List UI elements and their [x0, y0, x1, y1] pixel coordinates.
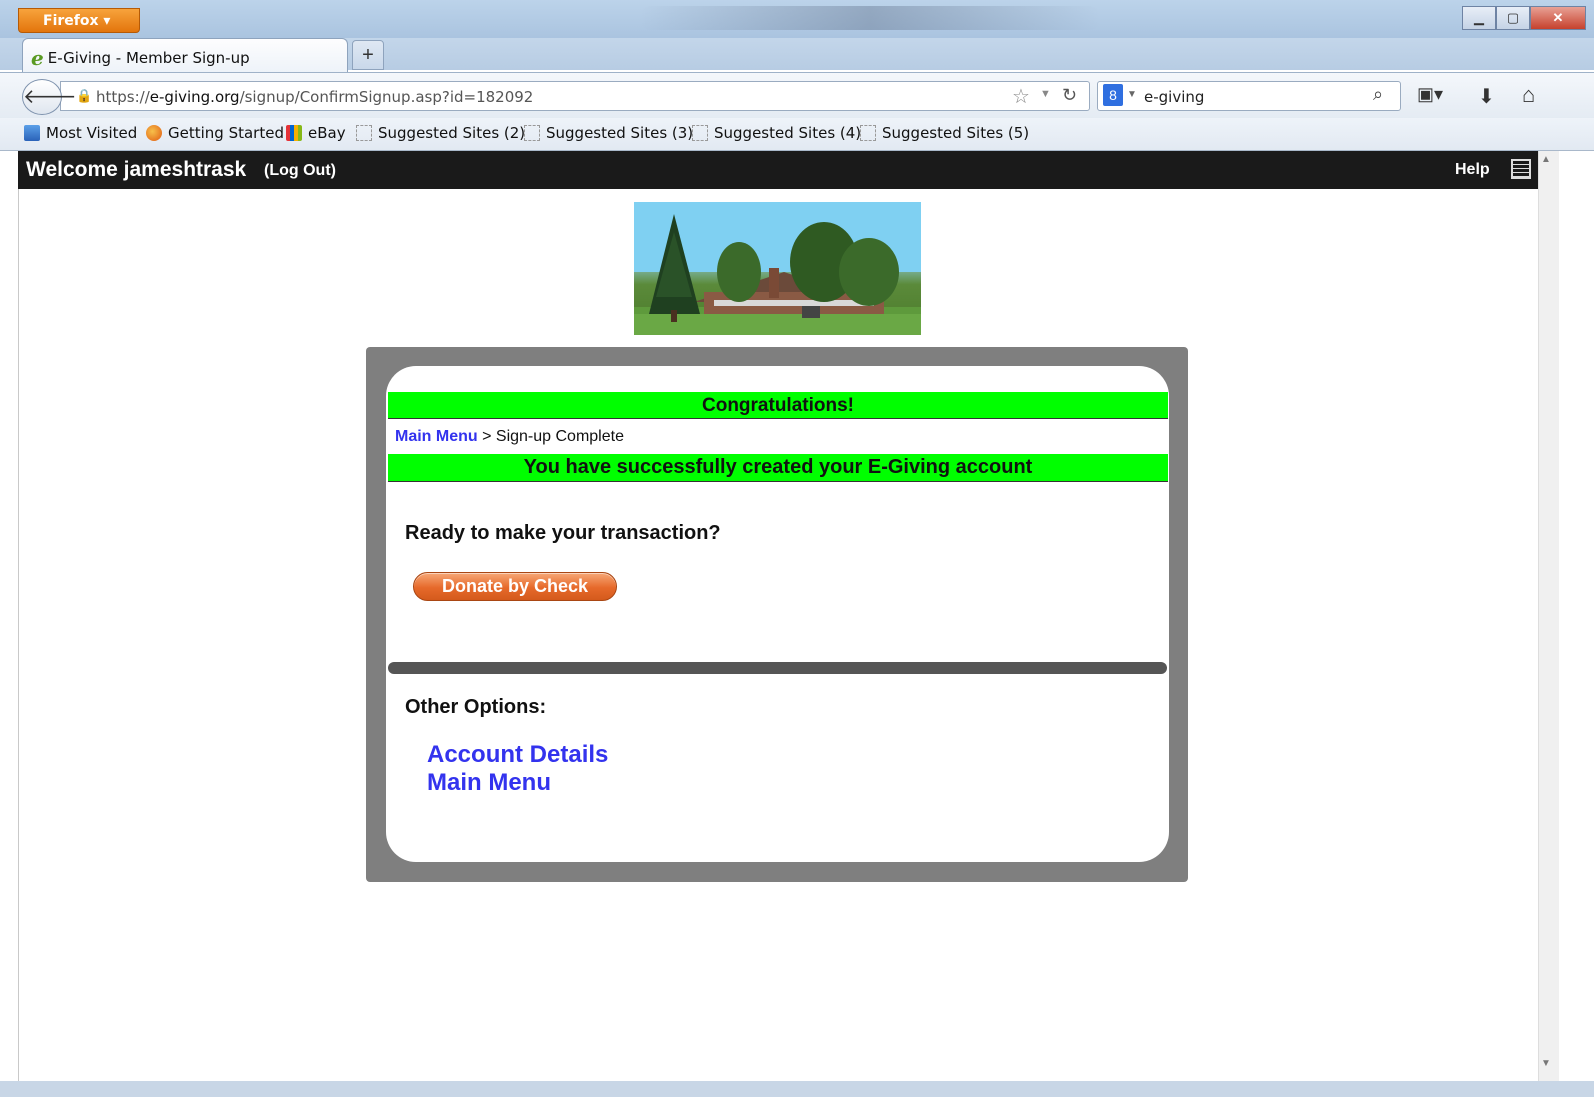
- google-search-engine-icon[interactable]: 8: [1103, 84, 1123, 106]
- welcome-text: Welcome jameshtrask: [26, 158, 247, 181]
- breadcrumb-current: Sign-up Complete: [495, 428, 624, 445]
- maximize-icon[interactable]: ▢: [1496, 6, 1530, 30]
- page-icon: [692, 125, 708, 141]
- account-details-link[interactable]: Account Details: [427, 741, 608, 769]
- search-bar[interactable]: [1097, 81, 1401, 111]
- url-prefix: https://: [96, 88, 150, 106]
- bookmark-label: eBay: [308, 124, 346, 142]
- bookmark-label: Getting Started: [168, 124, 284, 142]
- scroll-up-arrow-icon[interactable]: ▲: [1541, 154, 1551, 165]
- bookmark-label: Suggested Sites (5): [882, 124, 1030, 142]
- home-icon[interactable]: ⌂: [1522, 82, 1535, 108]
- donate-by-check-button[interactable]: Donate by Check: [413, 572, 617, 601]
- lock-icon: 🔒: [76, 88, 93, 103]
- bookmark-label: Suggested Sites (2): [378, 124, 526, 142]
- breadcrumb-separator: >: [477, 428, 496, 445]
- bookmark-label: Most Visited: [46, 124, 138, 142]
- vertical-scrollbar[interactable]: [1538, 151, 1559, 1081]
- reload-icon[interactable]: ↻: [1062, 85, 1077, 106]
- main-menu-link[interactable]: Main Menu: [427, 769, 551, 797]
- bookmark-most-visited[interactable]: Most Visited: [24, 124, 137, 142]
- search-input[interactable]: e-giving: [1144, 88, 1204, 106]
- url-text[interactable]: https://e-giving.org/signup/ConfirmSignu…: [96, 88, 533, 106]
- bookmark-suggested-3[interactable]: Suggested Sites (3): [524, 124, 693, 142]
- page-icon: [524, 125, 540, 141]
- bookmark-getting-started[interactable]: Getting Started: [146, 124, 284, 142]
- tab-title: E-Giving - Member Sign-up: [47, 49, 250, 67]
- egiving-favicon-icon: e: [31, 46, 44, 70]
- ebay-icon: [286, 125, 302, 141]
- help-link[interactable]: Help: [1455, 161, 1490, 179]
- download-arrow-icon[interactable]: ⬇: [1478, 84, 1495, 109]
- close-icon[interactable]: ✕: [1530, 6, 1586, 30]
- page-icon: [860, 125, 876, 141]
- logout-link[interactable]: (Log Out): [264, 162, 336, 180]
- firefox-icon: [146, 125, 162, 141]
- scroll-down-arrow-icon[interactable]: ▼: [1541, 1058, 1551, 1069]
- most-visited-icon: [24, 125, 40, 141]
- search-icon[interactable]: ⌕: [1373, 84, 1383, 105]
- tab-active[interactable]: e E-Giving - Member Sign-up: [22, 38, 348, 72]
- new-tab-button[interactable]: +: [352, 40, 384, 70]
- breadcrumb-main-menu-link[interactable]: Main Menu: [395, 428, 478, 445]
- other-options-heading: Other Options:: [405, 696, 547, 718]
- url-path: /signup/ConfirmSignup.asp?id=182092: [239, 88, 534, 106]
- firefox-menu-button[interactable]: Firefox ▾: [18, 8, 140, 33]
- bookmarks-menu-icon[interactable]: ▣▾: [1417, 84, 1443, 105]
- window-controls: ▁ ▢ ✕: [1462, 6, 1586, 32]
- church-photo: [634, 202, 921, 335]
- bookmark-suggested-4[interactable]: Suggested Sites (4): [692, 124, 861, 142]
- bookmark-star-icon[interactable]: ☆: [1012, 84, 1030, 109]
- success-banner: You have successfully created your E-Giv…: [388, 454, 1168, 482]
- page-icon: [356, 125, 372, 141]
- breadcrumb: Main Menu > Sign-up Complete: [395, 428, 624, 446]
- section-divider: [388, 662, 1167, 674]
- url-dropdown-icon[interactable]: ▼: [1040, 88, 1051, 100]
- bookmark-ebay[interactable]: eBay: [286, 124, 346, 142]
- menu-icon[interactable]: [1511, 159, 1531, 179]
- ready-heading: Ready to make your transaction?: [405, 522, 721, 544]
- search-engine-dropdown-icon[interactable]: ▼: [1127, 89, 1137, 100]
- bookmark-label: Suggested Sites (3): [546, 124, 694, 142]
- congratulations-banner: Congratulations!: [388, 392, 1168, 419]
- bookmarks-toolbar: Most Visited Getting Started eBay Sugges…: [0, 118, 1594, 151]
- minimize-icon[interactable]: ▁: [1462, 6, 1496, 30]
- bookmark-suggested-2[interactable]: Suggested Sites (2): [356, 124, 525, 142]
- window-bottom-edge: [0, 1081, 1594, 1097]
- window-titlebar: [0, 0, 1594, 40]
- bookmark-suggested-5[interactable]: Suggested Sites (5): [860, 124, 1029, 142]
- window-left-edge: [0, 151, 19, 1081]
- url-domain: e-giving.org: [149, 88, 240, 106]
- bookmark-label: Suggested Sites (4): [714, 124, 862, 142]
- back-arrow-icon[interactable]: 🡐: [22, 79, 77, 115]
